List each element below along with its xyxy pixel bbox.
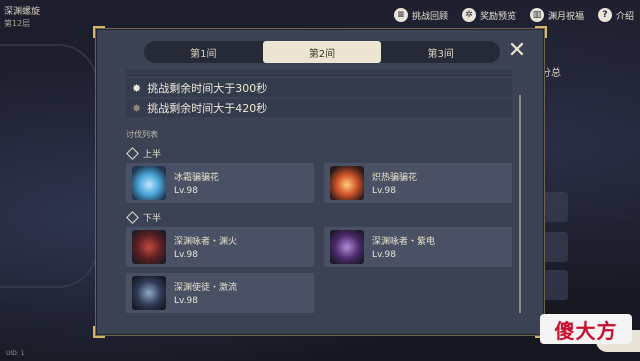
challenge-review-label: 挑战回顾 bbox=[411, 11, 448, 22]
condition-row: ✸ 挑战剩余时间大于420秒 bbox=[126, 99, 512, 117]
second-half-text: 下半 bbox=[143, 214, 162, 224]
floor-title: 深渊螺旋 bbox=[4, 7, 41, 17]
background-tile bbox=[542, 192, 568, 222]
enemy-level: Lv.98 bbox=[372, 186, 396, 196]
background-frame bbox=[0, 44, 98, 288]
top-bar: ≡ 挑战回顾 ✲ 奖励预览 ▥ 渊月祝福 ? 介绍 bbox=[393, 8, 634, 22]
watermark-logo: 傻大方 bbox=[540, 314, 632, 344]
enemy-level: Lv.98 bbox=[174, 296, 198, 306]
gift-icon: ✲ bbox=[461, 8, 476, 22]
corner-ornament bbox=[93, 26, 105, 38]
reward-preview-button[interactable]: ✲ 奖励预览 bbox=[461, 8, 516, 22]
corner-ornament bbox=[93, 326, 105, 338]
diamond-icon bbox=[126, 211, 139, 224]
star-empty-icon: ✸ bbox=[132, 101, 142, 115]
condition-text: 挑战剩余时间大于420秒 bbox=[147, 102, 268, 115]
introduction-button[interactable]: ? 介绍 bbox=[597, 8, 634, 22]
enemy-level: Lv.98 bbox=[372, 250, 396, 260]
first-half-text: 上半 bbox=[143, 150, 162, 160]
enemy-list-title: 讨伐列表 bbox=[126, 130, 158, 139]
enemy-level: Lv.98 bbox=[174, 186, 198, 196]
enemy-card[interactable]: 冰霜骗骗花 Lv.98 bbox=[126, 163, 314, 203]
floor-info: 深渊螺旋 第12层 bbox=[4, 6, 40, 30]
moon-icon: ▥ bbox=[529, 8, 544, 22]
condition-row: ✸ 挑战剩余时间大于300秒 bbox=[126, 79, 512, 97]
abyss-electro-icon bbox=[330, 230, 364, 264]
tab-chamber-2[interactable]: 第2间 bbox=[262, 41, 382, 63]
condition-text: 挑战剩余时间大于300秒 bbox=[147, 82, 268, 95]
enemy-card[interactable]: 深渊咏者・紫电 Lv.98 bbox=[324, 227, 512, 267]
enemy-name: 冰霜骗骗花 bbox=[174, 173, 220, 183]
tab-chamber-1[interactable]: 第1间 bbox=[144, 41, 263, 63]
help-icon: ? bbox=[597, 8, 612, 22]
introduction-label: 介绍 bbox=[615, 11, 634, 22]
chamber-tabs: 第1间 第2间 第3间 bbox=[144, 41, 500, 63]
challenge-review-button[interactable]: ≡ 挑战回顾 bbox=[393, 8, 448, 22]
fire-flower-icon bbox=[330, 166, 364, 200]
enemy-card[interactable]: 炽热骗骗花 Lv.98 bbox=[324, 163, 512, 203]
enemy-card[interactable]: 深渊使徒・激流 Lv.98 bbox=[126, 273, 314, 313]
star-filled-icon: ✸ bbox=[132, 81, 142, 95]
reward-preview-label: 奖励预览 bbox=[479, 11, 516, 22]
background-tile bbox=[542, 232, 568, 262]
background-tile bbox=[542, 270, 568, 300]
modal-content: ✸ 挑战剩余时间大于300秒 ✸ 挑战剩余时间大于420秒 讨伐列表 上半 冰霜… bbox=[126, 69, 512, 331]
enemy-card[interactable]: 深渊咏者・渊火 Lv.98 bbox=[126, 227, 314, 267]
second-half-label: 下半 bbox=[126, 211, 162, 224]
corner-ornament bbox=[535, 26, 547, 38]
enemy-level: Lv.98 bbox=[174, 250, 198, 260]
diamond-icon bbox=[126, 147, 139, 160]
floor-subtitle: 第12层 bbox=[4, 19, 31, 28]
ice-flower-icon bbox=[132, 166, 166, 200]
tab-chamber-3[interactable]: 第3间 bbox=[381, 41, 500, 63]
close-icon: ✕ bbox=[507, 38, 527, 63]
uid-text: UID: 1 bbox=[6, 350, 25, 357]
moon-blessing-button[interactable]: ▥ 渊月祝福 bbox=[529, 8, 584, 22]
first-half-label: 上半 bbox=[126, 147, 162, 160]
enemy-name: 深渊使徒・激流 bbox=[174, 283, 238, 293]
enemy-name: 深渊咏者・紫电 bbox=[372, 237, 436, 247]
enemy-name: 炽热骗骗花 bbox=[372, 173, 418, 183]
abyss-fire-icon bbox=[132, 230, 166, 264]
cut-off-row bbox=[126, 69, 512, 76]
chamber-details-modal: 第1间 第2间 第3间 ✕ ✸ 挑战剩余时间大于300秒 ✸ 挑战剩余时间大于4… bbox=[93, 26, 547, 338]
moon-blessing-label: 渊月祝福 bbox=[547, 11, 584, 22]
close-button[interactable]: ✕ bbox=[506, 40, 528, 62]
list-icon: ≡ bbox=[393, 8, 408, 22]
scrollbar[interactable] bbox=[519, 95, 521, 313]
abyss-hydro-icon bbox=[132, 276, 166, 310]
enemy-name: 深渊咏者・渊火 bbox=[174, 237, 238, 247]
